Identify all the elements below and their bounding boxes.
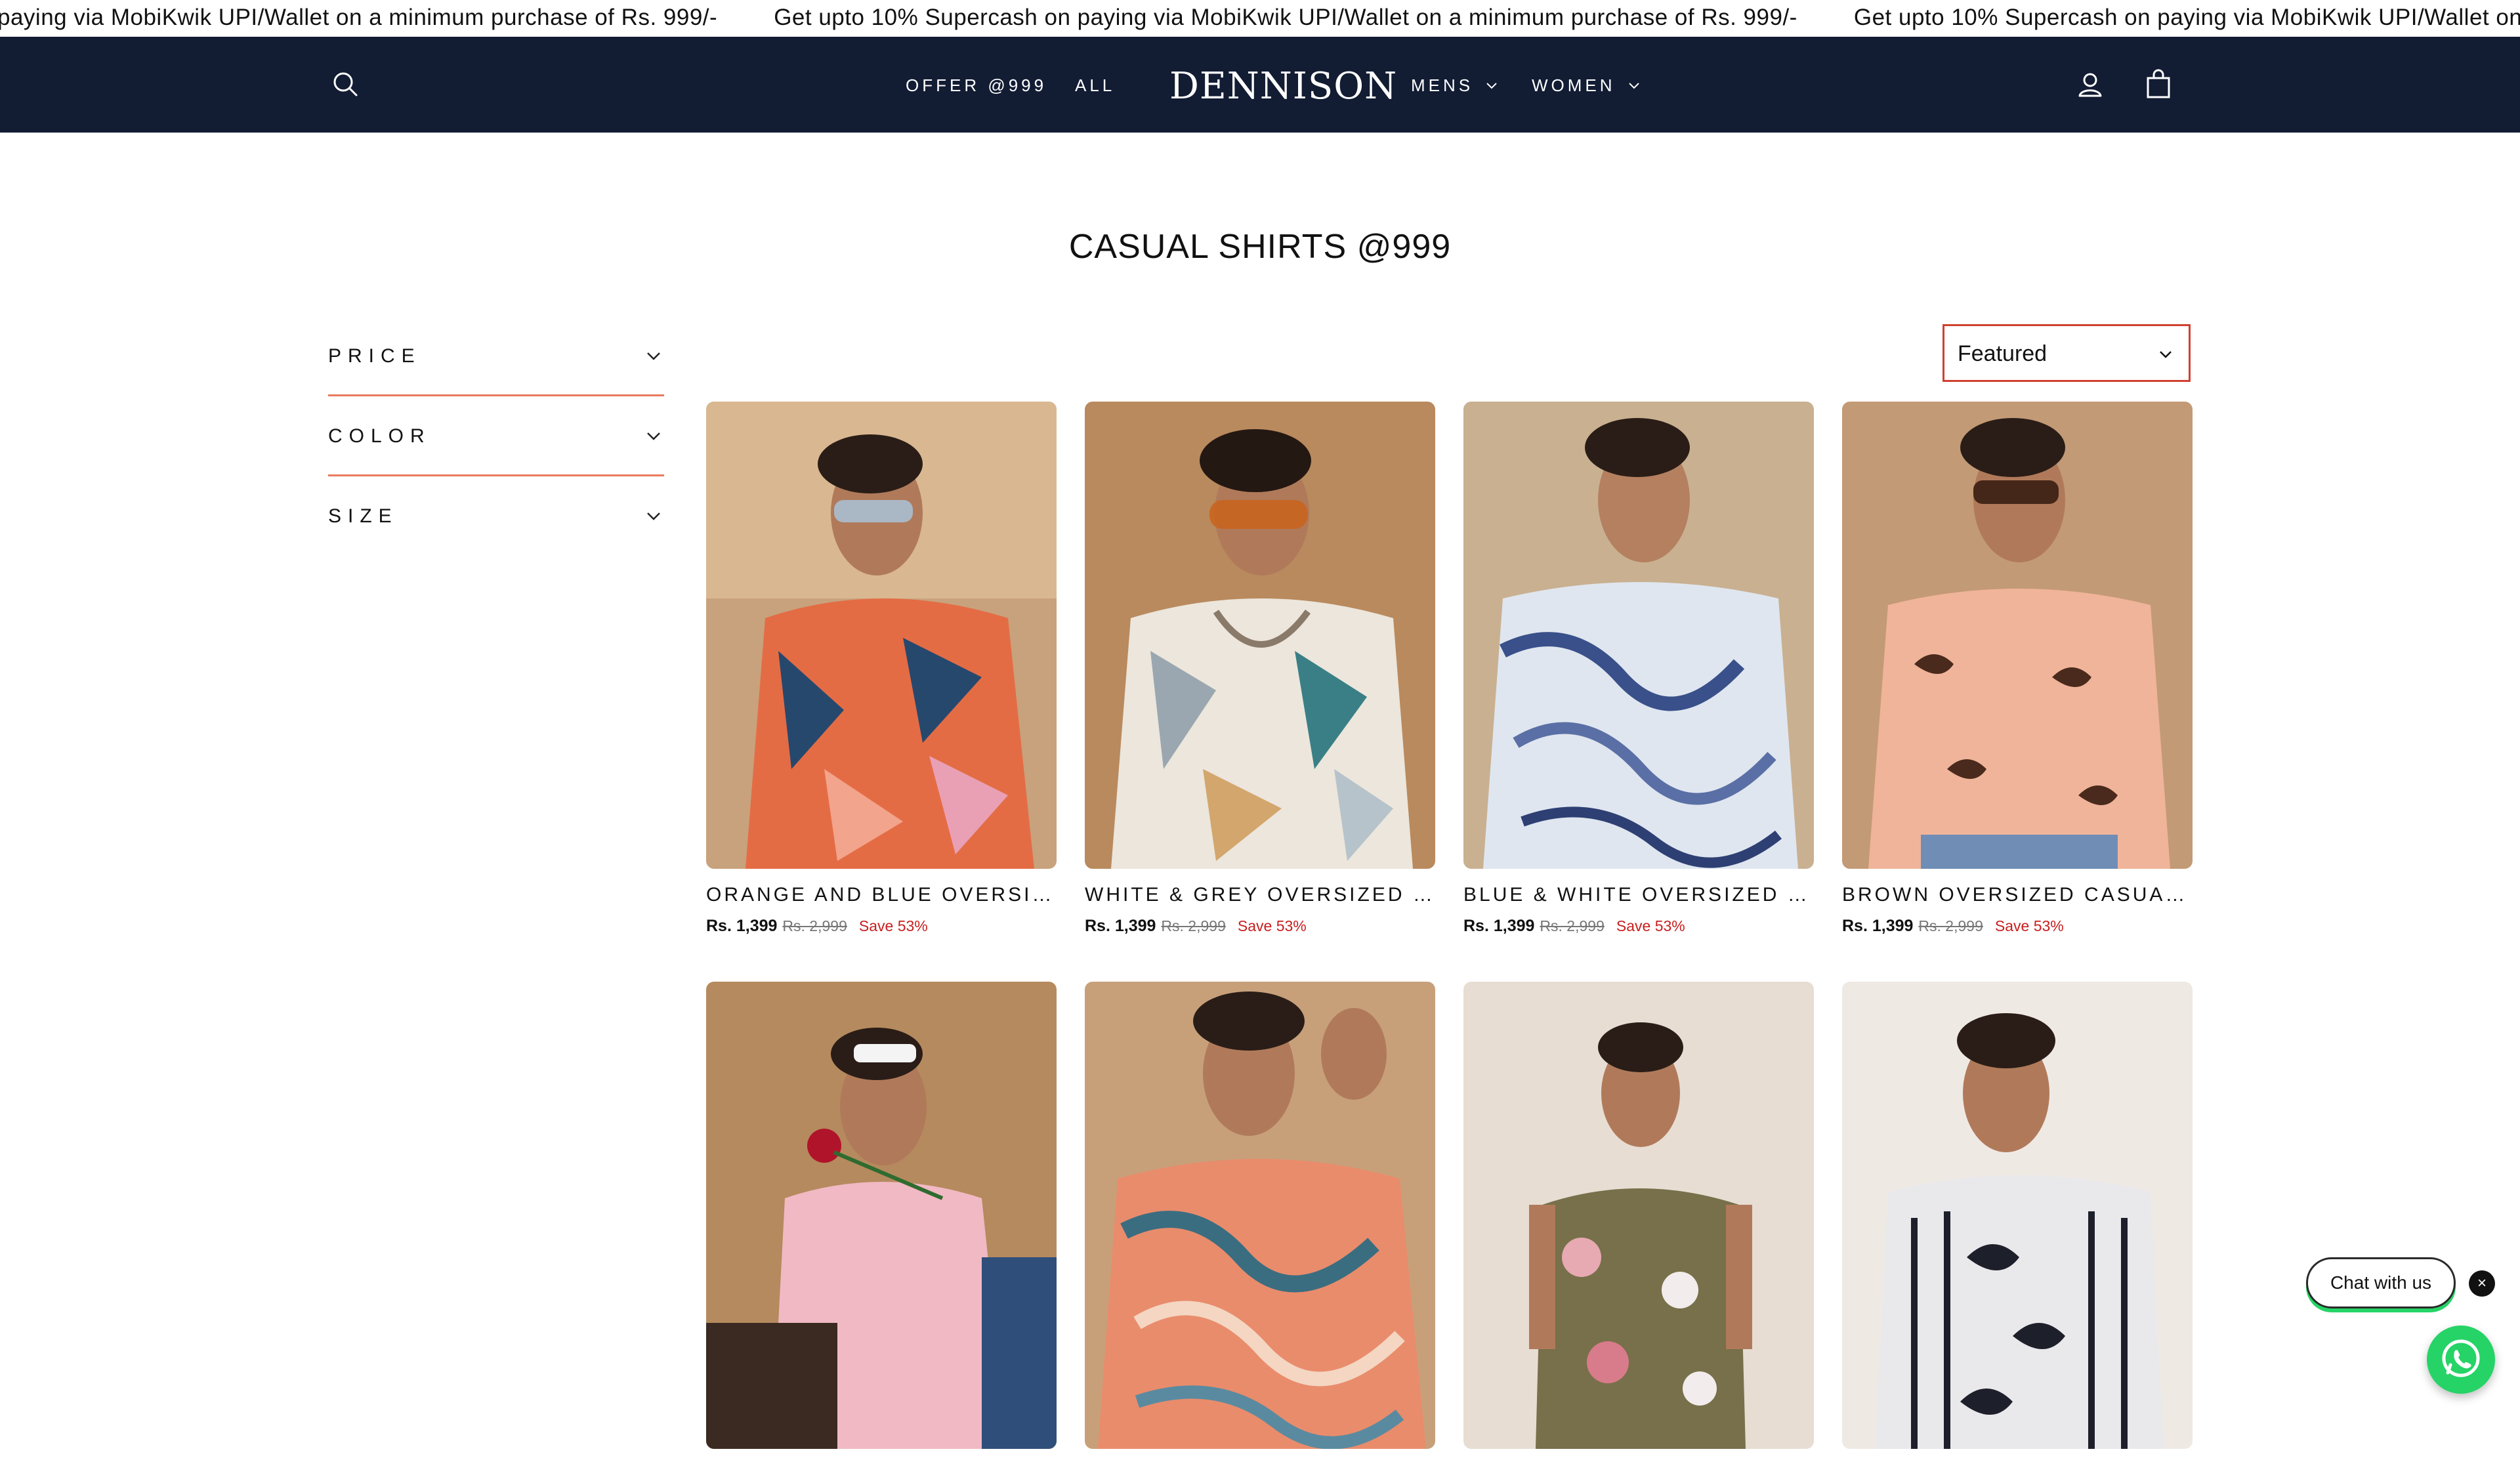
price-row: Rs. 1,399 Rs. 2,999 Save 53%: [706, 915, 1057, 937]
price-row: Rs. 1,399 Rs. 2,999 Save 53%: [1085, 915, 1435, 937]
nav-all[interactable]: ALL: [1075, 73, 1115, 97]
product-card[interactable]: [1085, 982, 1435, 1462]
close-icon[interactable]: ×: [2469, 1270, 2495, 1297]
chevron-down-icon: [2156, 345, 2175, 364]
nav-label: WOMEN: [1532, 75, 1616, 95]
page-title: CASUAL SHIRTS @999: [1068, 228, 1452, 266]
product-image[interactable]: [1842, 402, 2193, 869]
product-card[interactable]: [1463, 982, 1814, 1462]
nav-mens[interactable]: MENS: [1411, 73, 1500, 97]
product-card[interactable]: BLUE & WHITE OVERSIZED CASUAL SHIRT Rs. …: [1463, 402, 1814, 937]
compare-price: Rs. 2,999: [1918, 917, 1983, 934]
chat-with-us-button[interactable]: Chat with us: [2306, 1257, 2456, 1308]
announcement-track: paying via MobiKwik UPI/Wallet on a mini…: [0, 3, 2520, 33]
product-price: Rs. 1,399: [1842, 917, 1914, 935]
price-row: Rs. 1,399 Rs. 2,999 Save 53%: [1842, 915, 2193, 937]
site-header: OFFER @999 ALL DENNISON MENS WOMEN: [0, 37, 2520, 133]
search-icon[interactable]: [329, 68, 362, 101]
cart-icon[interactable]: [2142, 68, 2175, 101]
chevron-down-icon: [643, 345, 664, 366]
product-price: Rs. 1,399: [706, 917, 778, 935]
filter-label: PRICE: [328, 345, 421, 367]
nav-label: MENS: [1411, 75, 1474, 95]
product-card[interactable]: WHITE & GREY OVERSIZED CASUAL SHIRT Rs. …: [1085, 402, 1435, 937]
filter-label: SIZE: [328, 505, 398, 527]
brand-logo[interactable]: DENNISON: [1169, 63, 1397, 110]
nav-offer-999[interactable]: OFFER @999: [906, 73, 1047, 97]
chevron-down-icon: [643, 505, 664, 526]
nav-women[interactable]: WOMEN: [1532, 73, 1642, 97]
announcement-text: Get upto 10% Supercash on paying via Mob…: [774, 5, 1797, 30]
announcement-text: paying via MobiKwik UPI/Wallet on a mini…: [0, 5, 718, 30]
product-image[interactable]: [706, 402, 1057, 869]
chevron-down-icon: [1486, 83, 1497, 89]
product-image[interactable]: [706, 982, 1057, 1449]
compare-price: Rs. 2,999: [1161, 917, 1226, 934]
compare-price: Rs. 2,999: [782, 917, 847, 934]
product-image[interactable]: [1085, 402, 1435, 869]
product-image[interactable]: [1842, 982, 2193, 1449]
product-image[interactable]: [1085, 982, 1435, 1449]
product-image[interactable]: [1463, 402, 1814, 869]
product-card[interactable]: [706, 982, 1057, 1462]
announcement-text: Get upto 10% Supercash on paying via Mob…: [1853, 5, 2520, 30]
save-badge: Save 53%: [1237, 917, 1307, 934]
compare-price: Rs. 2,999: [1540, 917, 1605, 934]
product-image[interactable]: [1463, 982, 1814, 1449]
filter-color[interactable]: COLOR: [328, 396, 664, 476]
sort-select[interactable]: Featured: [1942, 324, 2191, 382]
price-row: Rs. 1,399 Rs. 2,999 Save 53%: [1463, 915, 1814, 937]
product-name[interactable]: BROWN OVERSIZED CASUAL SHIRT: [1842, 882, 2193, 908]
filter-size[interactable]: SIZE: [328, 476, 664, 556]
chevron-down-icon: [1628, 83, 1639, 89]
product-name[interactable]: ORANGE AND BLUE OVERSIZED CASUAL SHIRT: [706, 882, 1057, 908]
whatsapp-icon: [2442, 1339, 2480, 1377]
filter-price[interactable]: PRICE: [328, 316, 664, 396]
chevron-down-icon: [643, 425, 664, 446]
whatsapp-button[interactable]: [2427, 1326, 2495, 1394]
filter-label: COLOR: [328, 425, 431, 447]
save-badge: Save 53%: [858, 917, 928, 934]
announcement-bar: paying via MobiKwik UPI/Wallet on a mini…: [0, 0, 2520, 35]
product-name[interactable]: BLUE & WHITE OVERSIZED CASUAL SHIRT: [1463, 882, 1814, 908]
nav-label: OFFER @999: [906, 75, 1047, 95]
save-badge: Save 53%: [1994, 917, 2064, 934]
product-price: Rs. 1,399: [1463, 917, 1535, 935]
sort-selected-value: Featured: [1958, 341, 2048, 366]
product-card[interactable]: ORANGE AND BLUE OVERSIZED CASUAL SHIRT R…: [706, 402, 1057, 937]
nav-label: ALL: [1075, 75, 1116, 95]
product-name[interactable]: WHITE & GREY OVERSIZED CASUAL SHIRT: [1085, 882, 1435, 908]
save-badge: Save 53%: [1616, 917, 1685, 934]
product-card[interactable]: BROWN OVERSIZED CASUAL SHIRT Rs. 1,399 R…: [1842, 402, 2193, 937]
account-icon[interactable]: [2074, 68, 2107, 101]
product-price: Rs. 1,399: [1085, 917, 1156, 935]
product-card[interactable]: [1842, 982, 2193, 1462]
